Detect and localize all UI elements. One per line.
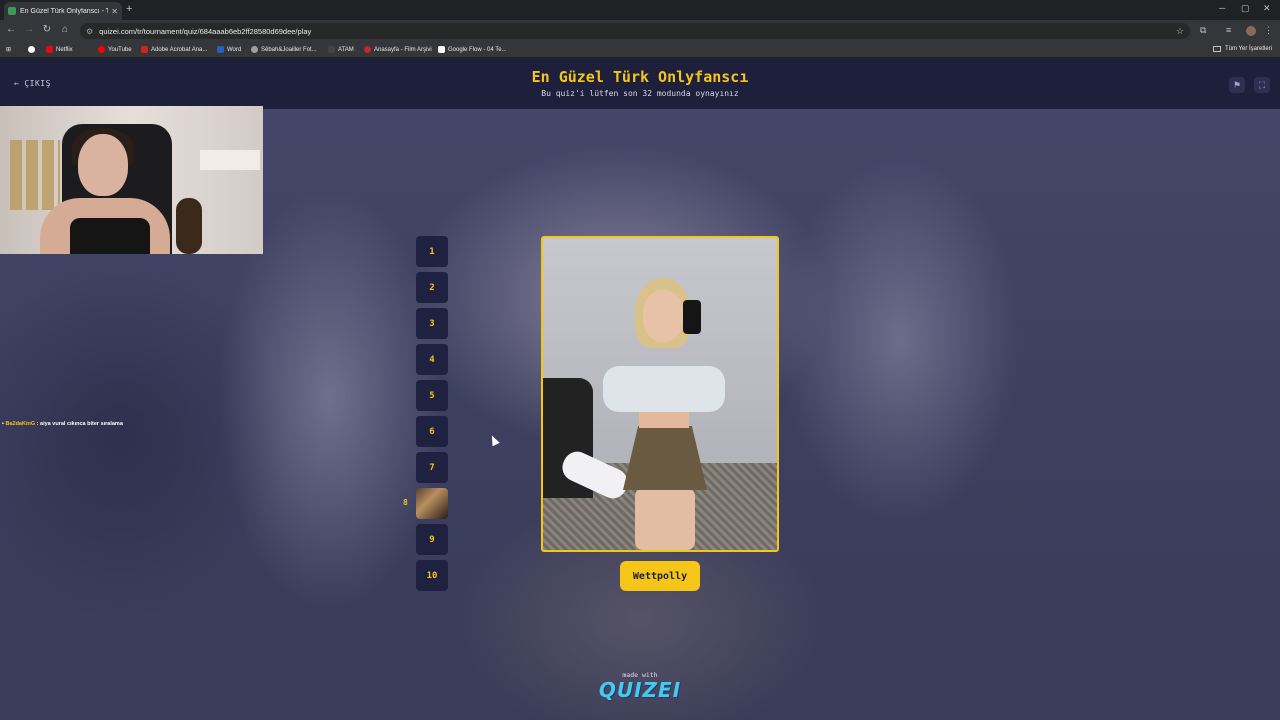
bookmark-youtube[interactable]: YouTube xyxy=(98,46,132,53)
bookmark-sebah[interactable]: Sêbah&Joailler Fot... xyxy=(251,46,317,53)
quiz-title: En Güzel Türk Onlyfanscı xyxy=(531,68,749,86)
quiz-subtitle: Bu quiz'i lütfen son 32 modunda oynayını… xyxy=(541,89,739,98)
quiz-page: ← ÇIKIŞ En Güzel Türk Onlyfanscı Bu quiz… xyxy=(0,59,1280,720)
bookmark-label: Adobe Acrobat Ana... xyxy=(151,46,208,53)
minimize-window-button[interactable]: ─ xyxy=(1219,3,1225,13)
film-icon xyxy=(364,46,371,53)
bookmark-label: ATAM xyxy=(338,46,354,53)
photo-phone xyxy=(683,300,701,334)
chat-message: ▪ Ba2daKinG : aiya vural cıkınca biter s… xyxy=(2,421,123,427)
bookmark-film-arsivi[interactable]: Anasayfa - Film Arşivi xyxy=(364,46,432,53)
photo-top xyxy=(603,366,725,412)
ladder-current-marker: 8 xyxy=(403,498,408,507)
youtube-icon xyxy=(98,46,105,53)
bookmark-label: Netflix xyxy=(56,46,73,53)
browser-toolbar: ← → ↻ ⌂ ⚙ quizei.com/tr/tournament/quiz/… xyxy=(0,20,1280,42)
google-icon[interactable] xyxy=(28,46,38,53)
forward-icon[interactable]: → xyxy=(22,24,36,35)
browser-tab-bar: En Güzel Türk Onlyfanscı - Tier ✕ + ─ ▢ … xyxy=(0,0,1280,20)
media-icon[interactable]: ≡ xyxy=(1226,25,1231,35)
reload-icon[interactable]: ↻ xyxy=(40,24,54,35)
ladder-rung-2: 2 xyxy=(416,272,448,303)
candidate-card[interactable] xyxy=(541,236,779,552)
bookmark-google-flow[interactable]: Google Flow - 04 Te... xyxy=(438,46,507,53)
profile-avatar[interactable] xyxy=(1246,26,1256,36)
ladder-rung-current-thumbnail xyxy=(416,488,448,519)
photo-face xyxy=(643,290,683,342)
fullscreen-button[interactable]: ⛶ xyxy=(1254,77,1270,93)
tab-close-icon[interactable]: ✕ xyxy=(111,7,118,16)
webcam-guitar xyxy=(176,198,202,254)
all-bookmarks[interactable]: Tüm Yer İşaretleri xyxy=(1212,46,1272,52)
chat-text: : aiya vural cıkınca biter sıralama xyxy=(36,421,123,427)
chat-username: Ba2daKinG xyxy=(5,421,36,427)
bookmarks-bar: ⊞ Netflix YouTube Adobe Acrobat Ana... W… xyxy=(0,42,1280,58)
webcam-overlay xyxy=(0,106,263,254)
close-window-button[interactable]: ✕ xyxy=(1263,3,1271,14)
page-icon xyxy=(438,46,445,53)
ladder-rung-6: 6 xyxy=(416,416,448,447)
back-icon[interactable]: ← xyxy=(4,24,18,35)
bookmark-label: Word xyxy=(227,46,242,53)
bookmark-atam[interactable]: ATAM xyxy=(328,46,354,53)
home-icon[interactable]: ⌂ xyxy=(58,24,72,35)
chat-icon: ▪ xyxy=(2,421,4,427)
all-bookmarks-label: Tüm Yer İşaretleri xyxy=(1224,46,1272,52)
webcam-wall-frames xyxy=(10,140,60,210)
site-info-icon[interactable]: ⚙ xyxy=(86,27,93,36)
apps-icon[interactable]: ⊞ xyxy=(6,46,11,53)
atam-icon xyxy=(328,46,335,53)
tab-title: En Güzel Türk Onlyfanscı - Tier xyxy=(20,7,109,15)
webcam-person-face xyxy=(78,134,128,196)
globe-icon xyxy=(251,46,258,53)
new-tab-button[interactable]: + xyxy=(126,3,132,15)
extensions-icon[interactable]: ⧉ xyxy=(1200,25,1206,36)
report-button[interactable]: ⚑ xyxy=(1229,77,1245,93)
ladder-rung-7: 7 xyxy=(416,452,448,483)
acrobat-icon xyxy=(141,46,148,53)
quizei-logo[interactable]: QUIZEI xyxy=(0,678,1280,702)
webcam-shelf xyxy=(200,150,260,170)
bookmark-label: Google Flow - 04 Te... xyxy=(448,46,507,53)
folder-icon xyxy=(1212,46,1221,52)
tab-favicon-icon xyxy=(8,7,16,15)
ladder-rung-10: 10 xyxy=(416,560,448,591)
ladder-rung-4: 4 xyxy=(416,344,448,375)
bookmark-label: YouTube xyxy=(108,46,132,53)
photo-legs xyxy=(635,488,695,550)
candidate-name-button[interactable]: Wettpolly xyxy=(620,561,700,591)
bookmark-star-icon[interactable]: ☆ xyxy=(1176,26,1184,37)
address-url: quizei.com/tr/tournament/quiz/684aaab6eb… xyxy=(99,26,312,36)
bookmark-word[interactable]: Word xyxy=(217,46,241,53)
maximize-window-button[interactable]: ▢ xyxy=(1241,3,1250,14)
ladder-rung-9: 9 xyxy=(416,524,448,555)
ladder-rung-1: 1 xyxy=(416,236,448,267)
browser-tab[interactable]: En Güzel Türk Onlyfanscı - Tier ✕ xyxy=(4,2,122,20)
address-bar[interactable]: ⚙ quizei.com/tr/tournament/quiz/684aaab6… xyxy=(80,23,1190,39)
ladder-rung-3: 3 xyxy=(416,308,448,339)
flag-icon: ⚑ xyxy=(1232,79,1242,90)
fullscreen-icon: ⛶ xyxy=(1258,79,1266,90)
bookmark-acrobat[interactable]: Adobe Acrobat Ana... xyxy=(141,46,207,53)
bookmark-netflix[interactable]: Netflix xyxy=(46,46,73,53)
netflix-icon xyxy=(46,46,53,53)
word-icon xyxy=(217,46,224,53)
webcam-person-top xyxy=(70,218,150,254)
quiz-header: ← ÇIKIŞ En Güzel Türk Onlyfanscı Bu quiz… xyxy=(0,59,1280,109)
chrome-menu-icon[interactable]: ⋮ xyxy=(1264,25,1273,36)
bookmark-label: Sêbah&Joailler Fot... xyxy=(261,46,317,53)
bookmark-label: Anasayfa - Film Arşivi xyxy=(374,46,432,53)
ladder-rung-5: 5 xyxy=(416,380,448,411)
